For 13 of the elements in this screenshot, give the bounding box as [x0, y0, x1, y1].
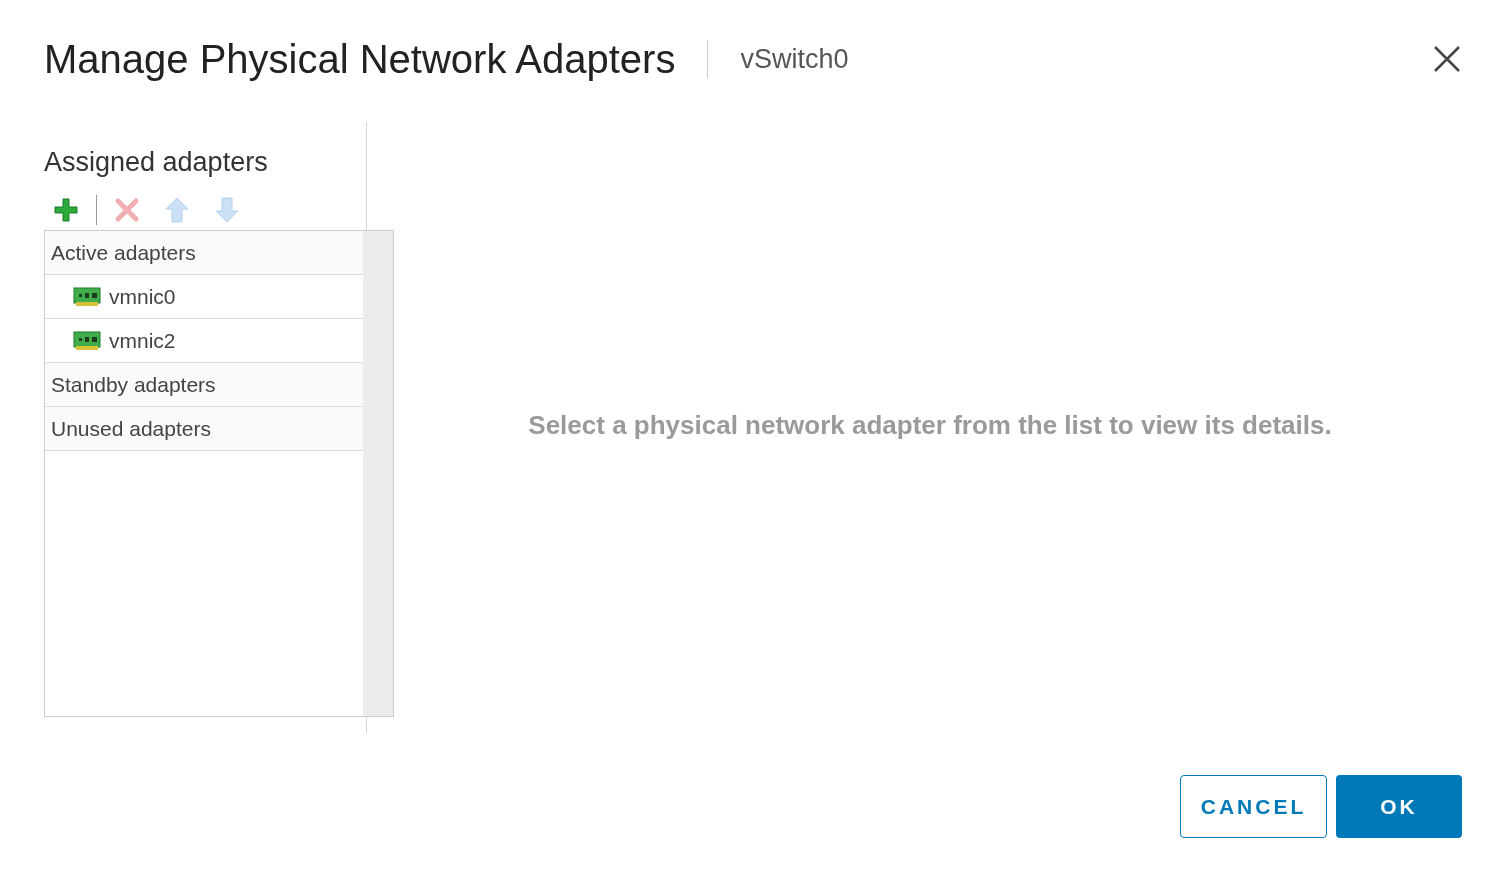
network-card-icon — [73, 286, 101, 307]
section-heading: Assigned adapters — [44, 146, 269, 179]
ok-button[interactable]: OK — [1336, 775, 1462, 838]
network-card-icon — [73, 330, 101, 351]
group-row[interactable]: Active adapters — [45, 231, 363, 275]
add-icon[interactable] — [52, 196, 80, 224]
group-row[interactable]: Unused adapters — [45, 407, 363, 451]
empty-state-message: Select a physical network adapter from the list to view its details. — [528, 409, 1332, 442]
adapter-row[interactable]: vmnic0 — [45, 275, 363, 319]
group-row[interactable]: Standby adapters — [45, 363, 363, 407]
dialog-title: Manage Physical Network Adapters — [44, 36, 676, 83]
dialog-subtitle: vSwitch0 — [740, 42, 849, 76]
cancel-button[interactable]: CANCEL — [1180, 775, 1327, 838]
